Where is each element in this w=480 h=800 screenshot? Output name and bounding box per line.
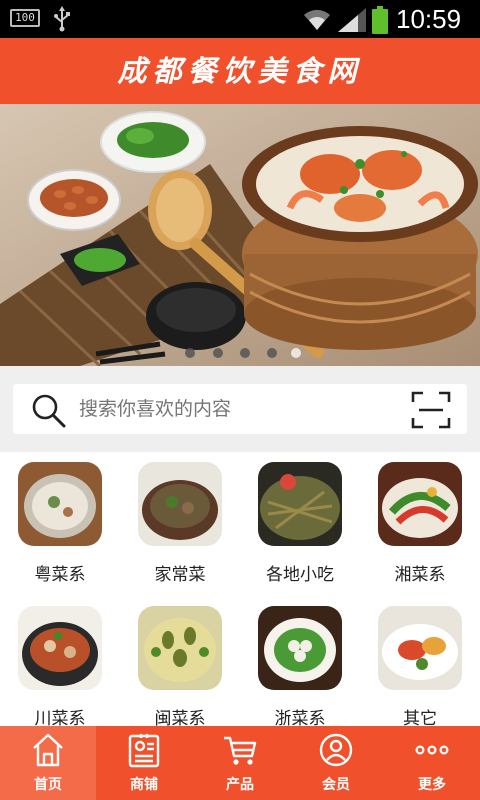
clock: 10:59: [396, 4, 462, 34]
banner-carousel[interactable]: [0, 104, 480, 366]
category-item[interactable]: 浙菜系: [240, 596, 360, 736]
signal-icon: [338, 8, 366, 32]
nav-item-products[interactable]: 产品: [192, 726, 288, 800]
nav-item-member[interactable]: 会员: [288, 726, 384, 800]
category-image: [378, 606, 462, 690]
category-item[interactable]: 湘菜系: [360, 452, 480, 592]
app-header: 成都餐饮美食网: [0, 38, 480, 104]
category-label: 湘菜系: [394, 565, 446, 585]
nav-label: 商铺: [130, 777, 158, 793]
carousel-dot[interactable]: [213, 348, 223, 358]
scan-icon[interactable]: [411, 391, 451, 429]
carousel-dot[interactable]: [240, 348, 250, 358]
search-input[interactable]: [79, 384, 399, 434]
category-item[interactable]: 闽菜系: [120, 596, 240, 736]
battery-icon: 100: [10, 9, 40, 27]
home-icon: [33, 733, 63, 767]
nav-label: 更多: [418, 777, 446, 793]
cart-icon: [224, 736, 257, 765]
usb-icon: [54, 6, 70, 32]
category-item[interactable]: 各地小吃: [240, 452, 360, 592]
wifi-icon: [304, 9, 330, 30]
category-item[interactable]: 粤菜系: [0, 452, 120, 592]
category-item[interactable]: 家常菜: [120, 452, 240, 592]
search-section: [0, 366, 480, 452]
nav-item-home[interactable]: 首页: [0, 726, 96, 800]
category-image: [258, 606, 342, 690]
carousel-dot[interactable]: [185, 348, 195, 358]
battery-percent: 100: [15, 11, 35, 24]
category-image: [378, 462, 462, 546]
category-image: [18, 462, 102, 546]
search-bar[interactable]: [13, 384, 467, 434]
category-label: 粤菜系: [34, 565, 86, 585]
category-image: [18, 606, 102, 690]
nav-item-shops[interactable]: 商铺: [96, 726, 192, 800]
more-icon: [415, 745, 449, 755]
category-item[interactable]: 其它: [360, 596, 480, 736]
nav-label: 产品: [226, 777, 254, 793]
carousel-dot[interactable]: [267, 348, 277, 358]
category-image: [138, 462, 222, 546]
nav-item-more[interactable]: 更多: [384, 726, 480, 800]
category-image: [258, 462, 342, 546]
banner-food-image: [0, 104, 480, 366]
nav-label: 首页: [34, 777, 62, 793]
category-item[interactable]: 川菜系: [0, 596, 120, 736]
page-title: 成都餐饮美食网: [117, 54, 363, 88]
battery-charging-icon: [372, 6, 388, 34]
carousel-dot-active[interactable]: [291, 348, 301, 358]
search-icon[interactable]: [31, 393, 67, 429]
nav-label: 会员: [322, 777, 350, 793]
category-label: 家常菜: [154, 565, 206, 585]
shop-card-icon: [128, 734, 160, 768]
category-image: [138, 606, 222, 690]
status-bar: 100 10:59: [0, 0, 480, 38]
category-label: 各地小吃: [266, 565, 334, 585]
bottom-nav: 首页 商铺 产品 会员 更多: [0, 726, 480, 800]
member-icon: [319, 733, 353, 767]
category-grid: 粤菜系 家常菜 各地小吃 湘菜系 川菜系 闽菜系 浙菜系 其它: [0, 452, 480, 729]
